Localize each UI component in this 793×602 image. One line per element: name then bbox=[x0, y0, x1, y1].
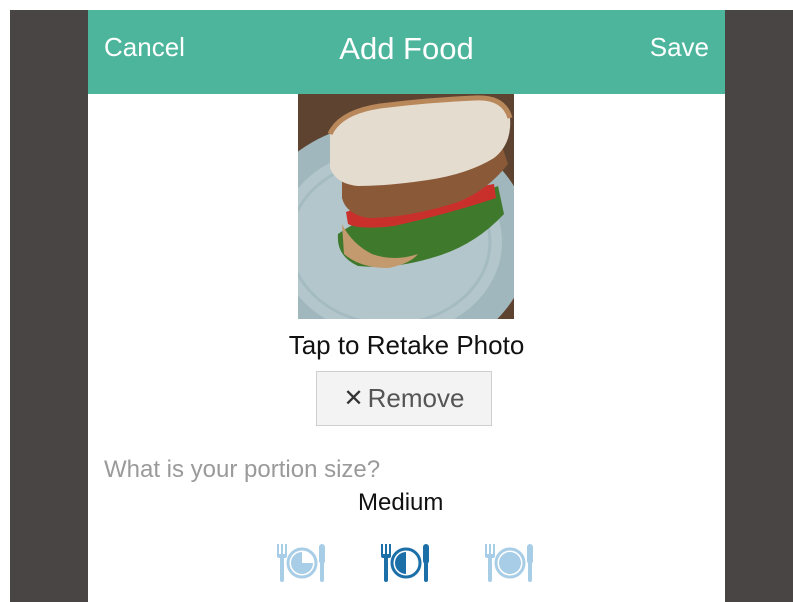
food-photo[interactable] bbox=[298, 94, 514, 319]
portion-small-button[interactable] bbox=[275, 540, 329, 584]
portion-medium-button[interactable] bbox=[379, 540, 433, 584]
portion-medium-icon bbox=[381, 544, 429, 582]
save-button[interactable]: Save bbox=[650, 32, 709, 63]
close-icon: ✕ bbox=[343, 384, 364, 412]
top-bar: Cancel Add Food Save bbox=[88, 10, 725, 94]
app-screen: Cancel Add Food Save Tap to Retake Photo… bbox=[88, 10, 725, 602]
portion-small-icon bbox=[277, 544, 325, 582]
remove-photo-button[interactable]: ✕ Remove bbox=[316, 371, 492, 426]
page-title: Add Food bbox=[339, 31, 474, 66]
portion-large-icon bbox=[485, 544, 533, 582]
device-frame: Cancel Add Food Save Tap to Retake Photo… bbox=[10, 10, 793, 602]
retake-photo-label[interactable]: Tap to Retake Photo bbox=[88, 330, 725, 361]
portion-selected-value: Medium bbox=[358, 489, 444, 516]
portion-large-button[interactable] bbox=[483, 540, 537, 584]
portion-question: What is your portion size? bbox=[104, 456, 381, 483]
remove-label: Remove bbox=[367, 383, 465, 413]
